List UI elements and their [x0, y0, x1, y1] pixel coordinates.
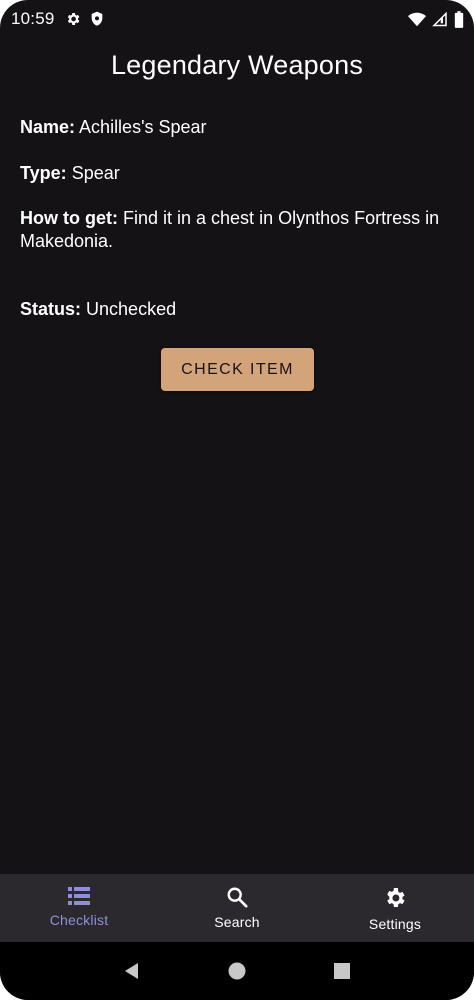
status-right-icons [408, 10, 464, 28]
gear-icon [65, 11, 81, 27]
bottom-navigation: Checklist Search Settings [0, 874, 474, 942]
name-value: Achilles's Spear [79, 117, 207, 137]
cell-signal-icon [432, 11, 448, 27]
nav-item-checklist[interactable]: Checklist [0, 874, 158, 942]
nav-label-search: Search [214, 914, 260, 930]
status-value: Unchecked [86, 299, 177, 319]
list-icon [68, 886, 90, 906]
battery-icon [454, 10, 464, 28]
wifi-icon [408, 12, 426, 27]
status-row: Status: Unchecked [20, 298, 440, 321]
type-row: Type: Spear [20, 162, 440, 185]
status-bar: 10:59 [0, 0, 474, 38]
search-icon [226, 886, 248, 908]
how-to-get-label: How to get: [20, 208, 118, 228]
recents-icon[interactable] [333, 962, 351, 980]
nav-item-settings[interactable]: Settings [316, 874, 474, 942]
nav-label-checklist: Checklist [49, 912, 109, 928]
type-label: Type: [20, 163, 67, 183]
home-icon[interactable] [228, 962, 246, 980]
name-label: Name: [20, 117, 76, 137]
back-icon[interactable] [123, 962, 141, 980]
type-value: Spear [71, 163, 120, 183]
status-time: 10:59 [11, 9, 55, 28]
check-item-button[interactable]: CHECK ITEM [161, 348, 314, 391]
phone-screen: 10:59 Legendary Weapons Name: Achilles's… [0, 0, 474, 1000]
system-navigation-bar [0, 942, 474, 1000]
nav-item-search[interactable]: Search [158, 874, 316, 942]
how-to-get-row: How to get: Find it in a chest in Olynth… [20, 207, 440, 253]
page-title: Legendary Weapons [110, 50, 364, 80]
name-row: Name: Achilles's Spear [20, 116, 440, 139]
status-left-icons [65, 11, 104, 27]
shield-icon [90, 11, 104, 27]
gear-icon [383, 886, 407, 910]
nav-label-settings: Settings [368, 916, 422, 932]
status-label: Status: [20, 299, 82, 319]
